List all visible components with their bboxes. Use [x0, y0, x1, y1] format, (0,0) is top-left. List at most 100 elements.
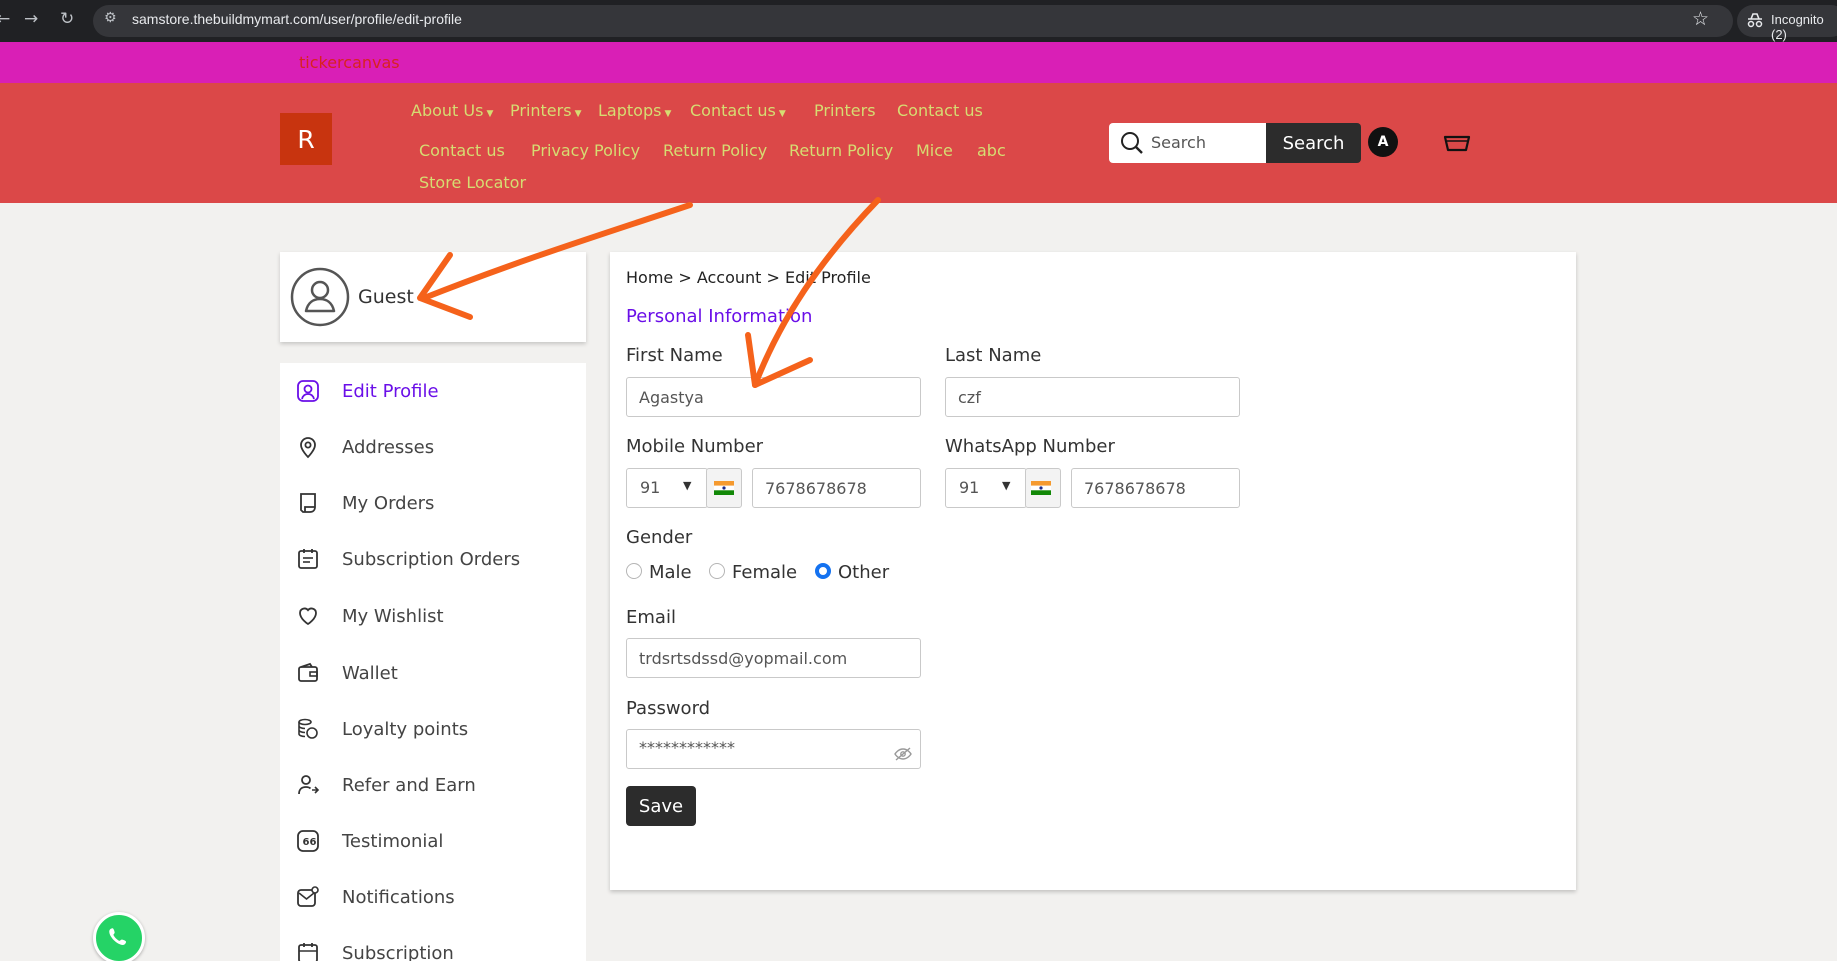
mobile-country-code: 91 [640, 478, 661, 497]
sidebar-item-testimonial[interactable]: 66 Testimonial [292, 823, 586, 863]
mobile-label: Mobile Number [626, 436, 764, 457]
first-name-label: First Name [626, 345, 723, 366]
wallet-icon [298, 662, 318, 682]
whatsapp-country-code-select[interactable] [945, 468, 1027, 508]
last-name-label: Last Name [945, 345, 1042, 366]
forward-icon[interactable]: → [24, 9, 38, 29]
back-icon[interactable]: ← [0, 9, 10, 29]
section-title: Personal Information [626, 306, 813, 327]
whatsapp-label: WhatsApp Number [945, 436, 1115, 457]
location-pin-icon [300, 437, 316, 459]
gender-label: Gender [626, 527, 693, 548]
cart-icon[interactable] [1443, 132, 1471, 154]
chevron-down-icon: ▼ [574, 109, 582, 119]
sidebar-item-label: My Orders [342, 493, 435, 514]
gender-other-radio[interactable] [815, 563, 831, 579]
search-placeholder: Search [1151, 133, 1206, 152]
user-name: Guest [358, 286, 414, 308]
calendar-note-icon [298, 549, 318, 569]
sidebar-item-loyalty-points[interactable]: Loyalty points [292, 711, 586, 751]
ticker-bar [0, 42, 1837, 83]
sidebar-item-label: Addresses [342, 437, 435, 458]
sidebar-item-label: Edit Profile [342, 381, 439, 402]
password-label: Password [626, 698, 711, 719]
sidebar-item-label: Refer and Earn [342, 775, 476, 796]
whatsapp-number-field[interactable]: 7678678678 [1071, 468, 1240, 508]
sidebar-item-label: Subscription Orders [342, 549, 521, 570]
sidebar-item-refer-and-earn[interactable]: Refer and Earn [292, 767, 586, 807]
india-flag-icon [1031, 481, 1051, 495]
nav-laptops[interactable]: Laptops ▼ [598, 101, 671, 120]
sidebar-item-subscription[interactable]: Subscription [292, 935, 586, 961]
calendar-icon [298, 943, 318, 961]
eye-slash-icon[interactable] [894, 747, 912, 761]
sidebar-item-my-wishlist[interactable]: My Wishlist [292, 598, 586, 638]
search-button[interactable]: Search [1266, 123, 1361, 163]
india-flag-icon [714, 481, 734, 495]
ticker-text: tickercanvas [299, 53, 400, 72]
sidebar-item-notifications[interactable]: Notifications [292, 879, 586, 919]
mobile-country-code-select[interactable] [626, 468, 708, 508]
gender-male-label[interactable]: Male [649, 562, 692, 583]
chevron-down-icon: ▼ [486, 109, 494, 119]
gender-other-label[interactable]: Other [838, 562, 889, 583]
sidebar-item-my-orders[interactable]: My Orders [292, 485, 586, 525]
sidebar-item-label: Wallet [342, 663, 398, 684]
nav-return-policy-2[interactable]: Return Policy [789, 141, 893, 160]
gender-female-radio[interactable] [709, 563, 725, 579]
nav-store-locator[interactable]: Store Locator [419, 173, 526, 192]
last-name-field[interactable]: czf [945, 377, 1240, 417]
nav-contact-dropdown[interactable]: Contact us ▼ [690, 101, 786, 120]
nav-privacy-policy[interactable]: Privacy Policy [531, 141, 640, 160]
site-info-icon[interactable]: ⚙ [104, 10, 117, 26]
sidebar-item-label: Loyalty points [342, 719, 469, 740]
email-label: Email [626, 607, 676, 628]
first-name-field[interactable]: Agastya [626, 377, 921, 417]
mail-notification-icon [297, 886, 319, 907]
nav-return-policy[interactable]: Return Policy [663, 141, 767, 160]
nav-about-us[interactable]: About Us ▼ [411, 101, 493, 120]
gender-male-radio[interactable] [626, 563, 642, 579]
nav-mice[interactable]: Mice [916, 141, 953, 160]
incognito-icon [1747, 13, 1763, 28]
sidebar-item-wallet[interactable]: Wallet [292, 655, 586, 695]
whatsapp-country-code: 91 [959, 478, 980, 497]
nav-contact-us-2[interactable]: Contact us [419, 141, 505, 160]
password-field[interactable]: ************ [626, 729, 921, 769]
url-text: samstore.thebuildmymart.com/user/profile… [132, 11, 462, 27]
nav-contact-us[interactable]: Contact us [897, 101, 983, 120]
nav-printers-dropdown[interactable]: Printers ▼ [510, 101, 581, 120]
bookmark-star-icon[interactable]: ☆ [1692, 8, 1709, 30]
chevron-down-icon: ▼ [778, 109, 786, 119]
sidebar-item-label: Subscription [342, 943, 454, 961]
whatsapp-icon [109, 928, 127, 946]
nav-abc[interactable]: abc [977, 141, 1006, 160]
sidebar-item-subscription-orders[interactable]: Subscription Orders [292, 541, 586, 581]
receipt-icon [300, 493, 316, 513]
user-square-icon [297, 380, 319, 402]
reload-icon[interactable]: ↻ [60, 9, 74, 29]
chevron-down-icon: ▼ [683, 479, 692, 492]
sidebar-item-label: Testimonial [342, 831, 444, 852]
breadcrumb: Home > Account > Edit Profile [626, 268, 871, 287]
site-logo[interactable]: R [280, 113, 332, 165]
gender-female-label[interactable]: Female [732, 562, 797, 583]
sidebar-item-label: My Wishlist [342, 606, 444, 627]
coins-icon [298, 718, 318, 739]
mobile-number-field[interactable]: 7678678678 [752, 468, 921, 508]
avatar[interactable]: A [1368, 127, 1398, 157]
heart-icon [299, 607, 317, 626]
search-icon [1121, 132, 1143, 154]
sidebar-item-label: Notifications [342, 887, 455, 908]
user-share-icon [298, 775, 320, 795]
save-button[interactable]: Save [626, 786, 696, 826]
quote-icon: 66 [297, 830, 319, 852]
incognito-label: Incognito (2) [1771, 12, 1824, 42]
chevron-down-icon: ▼ [1002, 479, 1011, 492]
sidebar-item-edit-profile[interactable]: Edit Profile [292, 373, 586, 413]
svg-text:66: 66 [303, 837, 317, 848]
sidebar-item-addresses[interactable]: Addresses [292, 429, 586, 469]
user-avatar-icon [290, 267, 350, 327]
nav-printers[interactable]: Printers [814, 101, 876, 120]
email-field[interactable]: trdsrtsdssd@yopmail.com [626, 638, 921, 678]
